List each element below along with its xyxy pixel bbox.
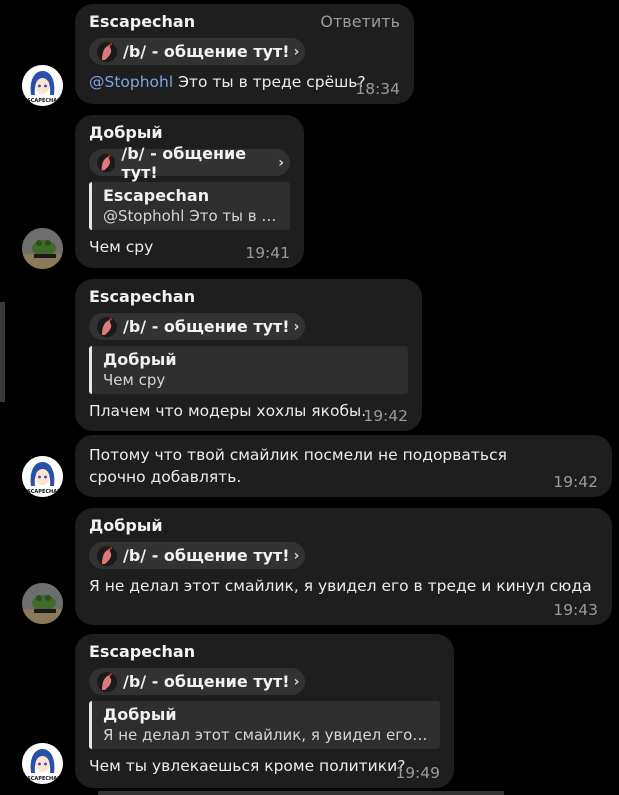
reply-button[interactable]: Ответить — [320, 12, 400, 32]
topic-chip[interactable]: /b/ - общение тут! › — [89, 144, 290, 182]
rooster-icon — [97, 316, 117, 337]
message-text: Потому что твой смайлик посмели не подор… — [89, 446, 507, 486]
message-time: 19:41 — [245, 244, 290, 262]
message-time: 19:42 — [553, 473, 598, 491]
topic-label: /b/ - общение тут! — [121, 143, 247, 182]
sender-name[interactable]: Добрый — [89, 516, 598, 536]
rooster-icon — [97, 41, 117, 62]
topic-chip[interactable]: /b/ - общение тут! › — [89, 38, 306, 65]
quote-author: Добрый — [103, 350, 177, 369]
reply-quote[interactable]: Добрый Я не делал этот смайлик, я увидел… — [89, 701, 440, 749]
avatar-dobry[interactable] — [22, 228, 63, 269]
message-time: 19:49 — [395, 764, 440, 782]
chevron-right-icon: › — [293, 547, 300, 564]
message-time: 19:43 — [553, 601, 598, 619]
chevron-right-icon: › — [293, 43, 300, 60]
reply-quote[interactable]: Escapechan @Stophohl Это ты в т... — [89, 182, 290, 230]
message-time: 19:42 — [363, 407, 408, 425]
quote-text: Чем сру — [103, 371, 166, 389]
scrollbar-left[interactable] — [0, 302, 5, 402]
chevron-right-icon: › — [278, 154, 284, 171]
message-text: Я не делал этот смайлик, я увидел его в … — [89, 577, 592, 595]
topic-label: /b/ - общение тут! — [123, 546, 290, 565]
avatar-dobry[interactable] — [22, 583, 63, 624]
topic-label: /b/ - общение тут! — [123, 42, 290, 61]
message-time: 18:34 — [355, 80, 400, 98]
sender-name[interactable]: Escapechan — [89, 287, 408, 307]
quote-text: @Stophohl Это ты в т... — [103, 207, 279, 225]
message-bubble[interactable]: Escapechan /b/ - общение тут! › Добрый Ч… — [75, 279, 422, 431]
mention-link[interactable]: @Stophohl — [89, 73, 173, 91]
topic-chip[interactable]: /b/ - общение тут! › — [89, 668, 306, 695]
topic-label: /b/ - общение тут! — [123, 317, 290, 336]
chevron-right-icon: › — [293, 318, 300, 335]
avatar-escapechan[interactable]: ESCAPECHAN — [22, 743, 63, 784]
message-bubble[interactable]: Escapechan /b/ - общение тут! › Добрый Я… — [75, 634, 454, 788]
svg-text:ESCAPECHAN: ESCAPECHAN — [24, 489, 62, 495]
frog-icon — [22, 228, 63, 269]
message-bubble[interactable]: Потому что твой смайлик посмели не подор… — [75, 435, 612, 497]
message-text: Чем ты увлекаешься кроме политики? — [89, 757, 406, 775]
anime-girl-icon: ESCAPECHAN — [22, 65, 63, 106]
avatar-escapechan[interactable]: ESCAPECHAN — [22, 456, 63, 497]
rooster-icon — [97, 153, 116, 172]
message-text: Плачем что модеры хохлы якобы. — [89, 402, 367, 420]
topic-chip[interactable]: /b/ - общение тут! › — [89, 313, 306, 340]
rooster-icon — [97, 671, 117, 692]
chevron-right-icon: › — [293, 673, 300, 690]
quote-text: Я не делал этот смайлик, я увидел его в … — [103, 726, 429, 744]
frog-icon — [22, 583, 63, 624]
sender-name[interactable]: Escapechan — [89, 642, 440, 662]
avatar-escapechan[interactable]: ESCAPECHAN — [22, 65, 63, 106]
svg-text:ESCAPECHAN: ESCAPECHAN — [24, 98, 62, 104]
message-bubble[interactable]: Escapechan Ответить /b/ - общение тут! ›… — [75, 4, 414, 104]
message-text: @Stophohl Это ты в треде срёшь? — [89, 73, 366, 91]
quote-author: Escapechan — [103, 186, 210, 205]
svg-text:ESCAPECHAN: ESCAPECHAN — [24, 776, 62, 782]
topic-chip[interactable]: /b/ - общение тут! › — [89, 542, 306, 569]
message-bubble[interactable]: Добрый /b/ - общение тут! › Я не делал э… — [75, 508, 612, 625]
message-bubble[interactable]: Добрый /b/ - общение тут! › Escapechan @… — [75, 115, 304, 268]
sender-name[interactable]: Добрый — [89, 123, 290, 143]
anime-girl-icon: ESCAPECHAN — [22, 456, 63, 497]
anime-girl-icon: ESCAPECHAN — [22, 743, 63, 784]
topic-label: /b/ - общение тут! — [123, 672, 290, 691]
reply-quote[interactable]: Добрый Чем сру — [89, 346, 408, 394]
scrollbar-bottom[interactable] — [98, 791, 504, 795]
rooster-icon — [97, 545, 117, 566]
quote-author: Добрый — [103, 705, 177, 724]
